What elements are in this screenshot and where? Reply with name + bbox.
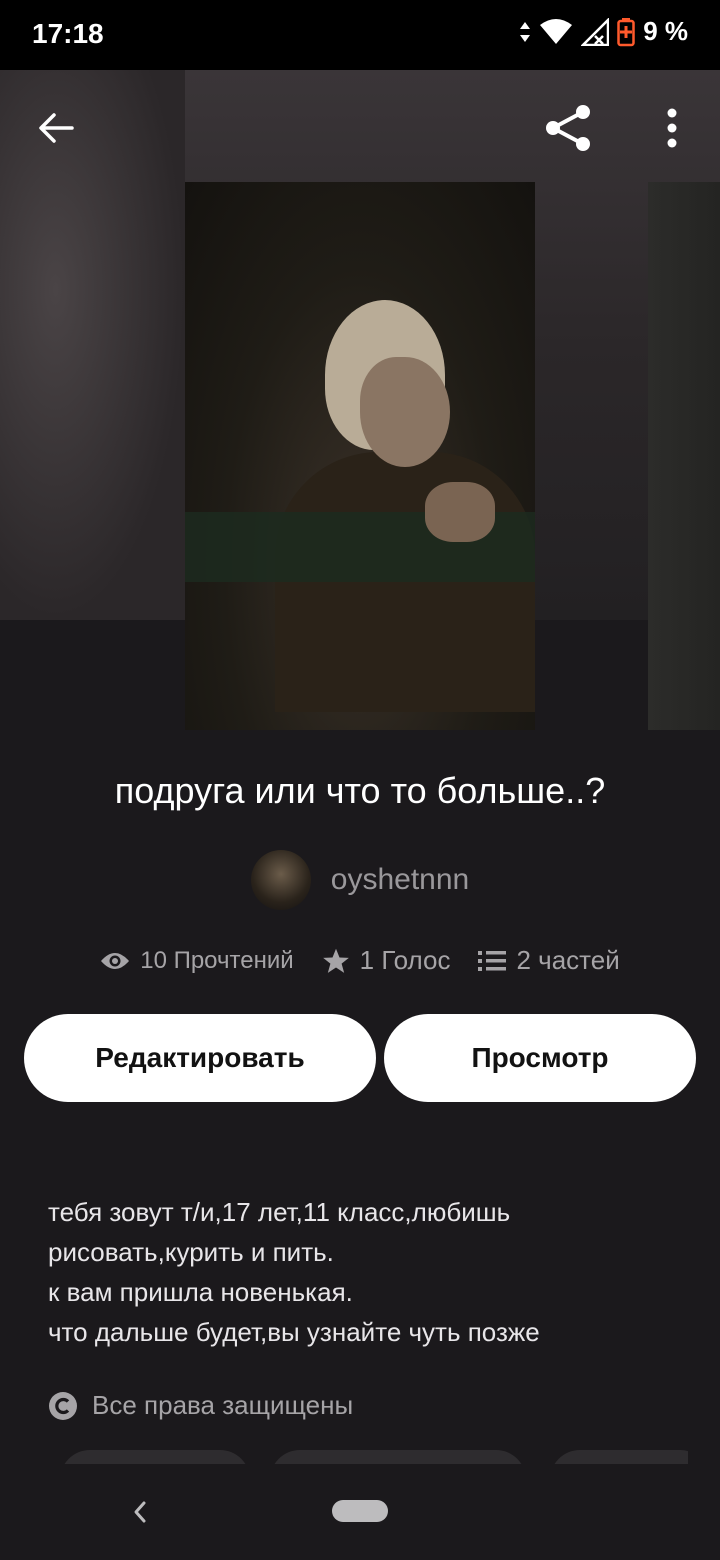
description-line: к вам пришла новенькая. [48,1277,353,1307]
star-icon [322,948,349,973]
signal-icon [581,17,610,46]
more-vert-icon [667,108,677,148]
tag-chip[interactable] [270,1450,526,1464]
nav-home-pill[interactable] [332,1500,388,1522]
chevron-left-icon [134,1501,146,1523]
status-time: 17:18 [32,18,104,49]
next-story-cover[interactable] [648,182,720,730]
system-nav-bar [0,1464,720,1560]
status-icons: 9 % [519,16,688,47]
battery-percent: 9 % [643,16,688,46]
votes-stat: 1 Голос [322,945,451,976]
author-row[interactable]: oyshetnnn [0,850,720,910]
wifi-icon [540,18,573,44]
story-cover-image[interactable] [185,182,535,730]
tag-chip[interactable] [550,1450,688,1464]
description-line: рисовать,курить и пить. [48,1237,334,1267]
eye-icon [101,952,130,969]
reads-count: 10 Прочтений [140,946,294,974]
tag-chip[interactable] [60,1450,250,1464]
author-name[interactable]: oyshetnnn [331,863,469,897]
more-options-button[interactable] [650,100,694,156]
back-button[interactable] [30,102,82,154]
copyright-icon [49,1391,77,1420]
cover-figure-hand [425,482,495,542]
story-description: тебя зовут т/и,17 лет,11 класс,любишь ри… [48,1192,678,1352]
share-button[interactable] [540,100,596,156]
cover-figure-face [360,357,450,467]
story-title: подруга или что то больше..? [114,770,606,811]
data-arrows-icon [520,21,531,42]
story-stats: 10 Прочтений 1 Голос 2 частей [0,945,720,976]
author-avatar[interactable] [250,850,311,910]
parts-stat: 2 частей [478,945,620,976]
copyright-text: Все права защищены [92,1390,354,1420]
status-bar: 17:18 9 % [0,0,720,70]
edit-button[interactable]: Редактировать [24,1014,376,1102]
view-button[interactable]: Просмотр [384,1014,696,1102]
nav-back-button[interactable] [122,1494,158,1530]
battery-icon [617,17,635,46]
cover-figure-body [275,452,535,712]
list-icon [478,950,507,971]
reads-stat: 10 Прочтений [100,946,294,975]
votes-count: 1 Голос [359,945,451,975]
back-arrow-icon [39,113,74,143]
tags-row [60,1450,688,1464]
share-icon [546,105,590,151]
top-app-bar [0,70,720,180]
description-line: что дальше будет,вы узнайте чуть позже [48,1317,540,1347]
description-line: тебя зовут т/и,17 лет,11 класс,любишь [48,1197,511,1227]
parts-count: 2 частей [516,945,620,975]
copyright-row: Все права защищены [48,1390,353,1421]
